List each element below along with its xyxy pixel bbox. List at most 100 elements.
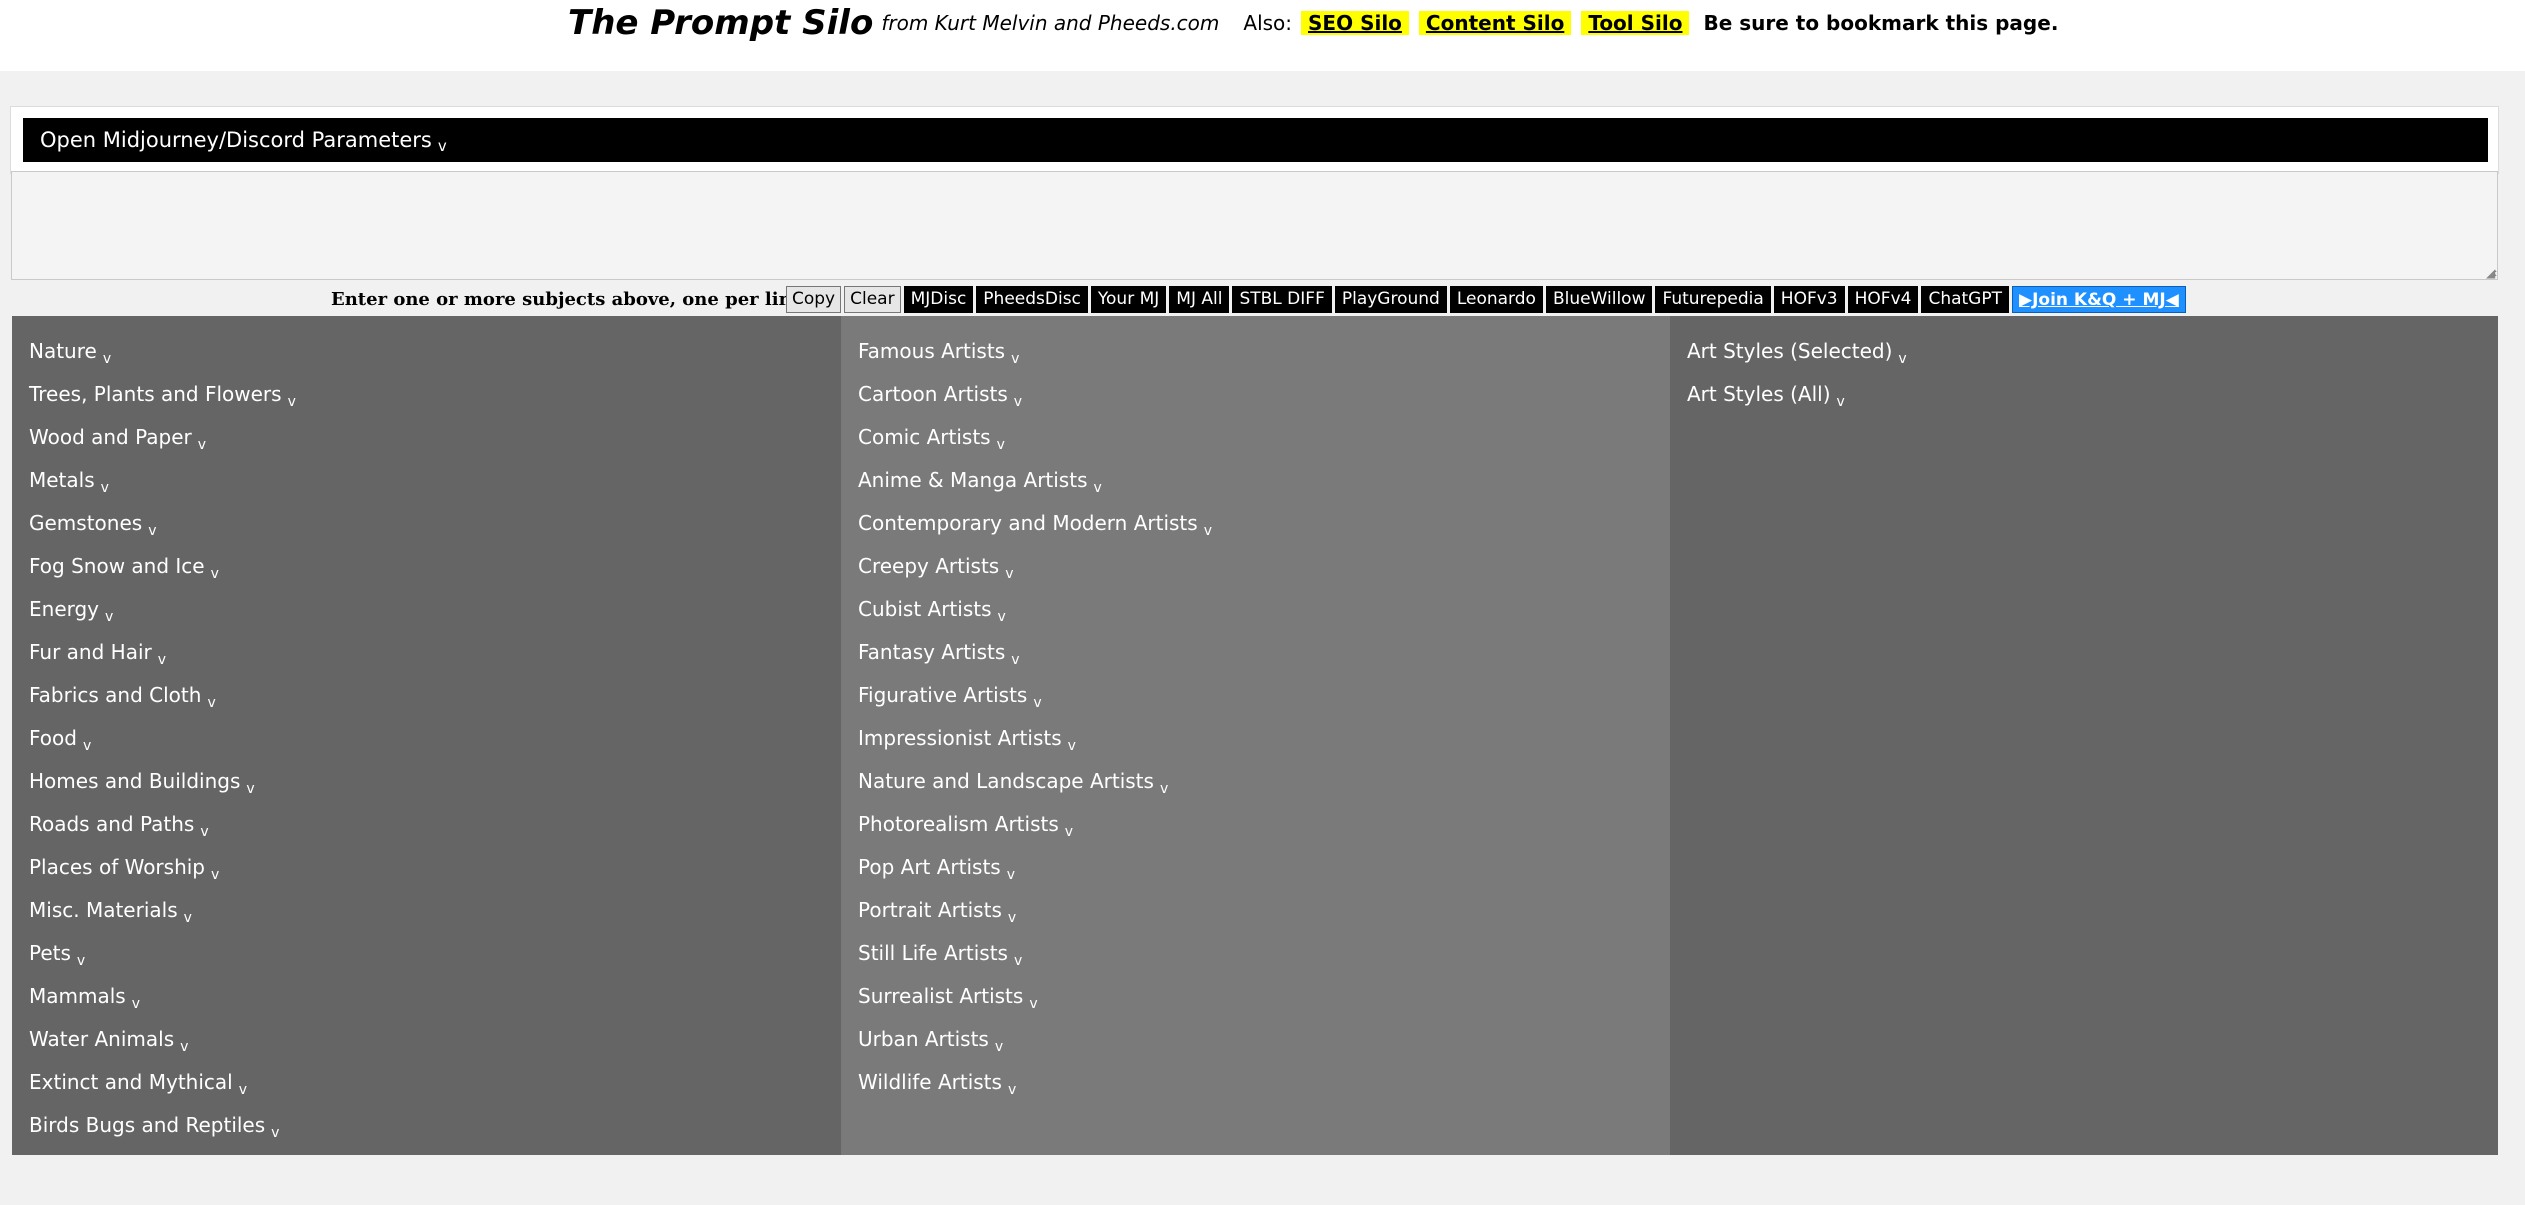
category-label: Wood and Paper (29, 425, 192, 449)
pheedsdisc-button[interactable]: PheedsDisc (976, 286, 1088, 313)
category-label: Photorealism Artists (858, 812, 1059, 836)
site-byline: from Kurt Melvin and Pheeds.com (881, 11, 1220, 35)
category-label: Energy (29, 597, 100, 621)
copy-button[interactable]: Copy (786, 286, 842, 313)
artists-column: Famous Artists v Cartoon Artists v Comic Art… (841, 316, 1670, 1155)
category-item[interactable]: Nature and Landscape Artists v (841, 760, 1670, 803)
chevron-down-icon: v (207, 695, 216, 711)
category-item[interactable]: Water Animals v (12, 1018, 841, 1061)
category-item[interactable]: Contemporary and Modern Artists v (841, 502, 1670, 545)
category-item[interactable]: Mammals v (12, 975, 841, 1018)
category-label: Homes and Buildings (29, 769, 241, 793)
category-item[interactable]: Fur and Hair v (12, 631, 841, 674)
clear-button[interactable]: Clear (844, 286, 901, 313)
mj-all-button[interactable]: MJ All (1169, 286, 1230, 313)
futurepedia-button[interactable]: Futurepedia (1655, 286, 1771, 313)
chevron-down-icon: v (1033, 695, 1042, 711)
site-title: The Prompt Silo (568, 3, 874, 43)
category-item[interactable]: Fabrics and Cloth v (12, 674, 841, 717)
category-item[interactable]: Homes and Buildings v (12, 760, 841, 803)
category-label: Comic Artists (858, 425, 991, 449)
mjdisc-button[interactable]: MJDisc (903, 286, 974, 313)
category-item[interactable]: Wildlife Artists v (841, 1061, 1670, 1104)
category-item[interactable]: Roads and Paths v (12, 803, 841, 846)
styles-column: Art Styles (Selected) v Art Styles (All) v (1670, 316, 2498, 1155)
category-item[interactable]: Cubist Artists v (841, 588, 1670, 631)
category-item[interactable]: Pop Art Artists v (841, 846, 1670, 889)
category-item[interactable]: Impressionist Artists v (841, 717, 1670, 760)
category-item[interactable]: Urban Artists v (841, 1018, 1670, 1061)
hofv3-button[interactable]: HOFv3 (1773, 286, 1845, 313)
category-item[interactable]: Art Styles (All) v (1670, 373, 2498, 416)
category-item[interactable]: Cartoon Artists v (841, 373, 1670, 416)
chevron-down-icon: v (1011, 652, 1020, 668)
category-item[interactable]: Wood and Paper v (12, 416, 841, 459)
hofv4-button[interactable]: HOFv4 (1847, 286, 1919, 313)
chevron-down-icon: v (994, 1039, 1004, 1055)
chatgpt-button[interactable]: ChatGPT (1921, 286, 2009, 313)
category-item[interactable]: Portrait Artists v (841, 889, 1670, 932)
category-item[interactable]: Fantasy Artists v (841, 631, 1670, 674)
category-item[interactable]: Photorealism Artists v (841, 803, 1670, 846)
category-label: Food (29, 726, 77, 750)
category-item[interactable]: Metals v (12, 459, 841, 502)
chevron-down-icon: v (1013, 953, 1023, 969)
chevron-down-icon: v (1898, 351, 1907, 367)
category-item[interactable]: Comic Artists v (841, 416, 1670, 459)
chevron-down-icon: v (1013, 394, 1023, 410)
category-item[interactable]: Famous Artists v (841, 330, 1670, 373)
category-item[interactable]: Extinct and Mythical v (12, 1061, 841, 1104)
category-item[interactable]: Energy v (12, 588, 841, 631)
category-item[interactable]: Fog Snow and Ice v (12, 545, 841, 588)
chevron-down-icon: v (148, 523, 157, 539)
category-item[interactable]: Creepy Artists v (841, 545, 1670, 588)
chevron-down-icon: v (76, 953, 86, 969)
chevron-down-icon: v (1159, 781, 1169, 797)
category-item[interactable]: Anime & Manga Artists v (841, 459, 1670, 502)
category-item[interactable]: Still Life Artists v (841, 932, 1670, 975)
category-label: Cubist Artists (858, 597, 992, 621)
category-item[interactable]: Trees, Plants and Flowers v (12, 373, 841, 416)
category-label: Trees, Plants and Flowers (29, 382, 282, 406)
leonardo-button[interactable]: Leonardo (1449, 286, 1543, 313)
category-item[interactable]: Nature v (12, 330, 841, 373)
tool-silo-link[interactable]: Tool Silo (1581, 11, 1690, 35)
subjects-input[interactable] (11, 171, 2498, 280)
category-label: Birds Bugs and Reptiles (29, 1113, 266, 1137)
chevron-down-icon: v (180, 1039, 189, 1055)
join-kq-mj-button[interactable]: ▶Join K&Q + MJ◀ (2012, 286, 2186, 313)
chevron-down-icon: v (1203, 523, 1212, 539)
category-label: Mammals (29, 984, 126, 1008)
category-item[interactable]: Birds Bugs and Reptiles v (12, 1104, 841, 1147)
open-parameters-toggle[interactable]: Open Midjourney/Discord Parameters v (23, 118, 2488, 162)
resize-grip-icon[interactable]: ◢ (2486, 267, 2496, 279)
category-item[interactable]: Surrealist Artists v (841, 975, 1670, 1018)
chevron-down-icon: v (157, 652, 167, 668)
toolbar-buttons: Copy Clear MJDisc PheedsDisc Your MJ MJ … (786, 286, 2186, 313)
chevron-down-icon: v (1007, 1082, 1017, 1098)
category-columns: Nature v Trees, Plants and Flowers v Wood an… (12, 316, 2498, 1155)
category-label: Places of Worship (29, 855, 205, 879)
category-label: Misc. Materials (29, 898, 178, 922)
category-item[interactable]: Art Styles (Selected) v (1670, 330, 2498, 373)
category-item[interactable]: Pets v (12, 932, 841, 975)
category-item[interactable]: Misc. Materials v (12, 889, 841, 932)
parameters-panel: Open Midjourney/Discord Parameters v (10, 106, 2499, 174)
chevron-down-icon: v (238, 1082, 247, 1098)
category-label: Fantasy Artists (858, 640, 1006, 664)
category-item[interactable]: Places of Worship v (12, 846, 841, 889)
seo-silo-link[interactable]: SEO Silo (1301, 11, 1409, 35)
content-silo-link[interactable]: Content Silo (1418, 11, 1572, 35)
stbl-diff-button[interactable]: STBL DIFF (1232, 286, 1332, 313)
bluewillow-button[interactable]: BlueWillow (1545, 286, 1653, 313)
category-item[interactable]: Gemstones v (12, 502, 841, 545)
category-item[interactable]: Food v (12, 717, 841, 760)
subjects-hint: Enter one or more subjects above, one pe… (331, 289, 810, 310)
your-mj-button[interactable]: Your MJ (1090, 286, 1167, 313)
also-label: Also: (1243, 11, 1293, 35)
chevron-down-icon: v (82, 738, 92, 754)
category-item[interactable]: Figurative Artists v (841, 674, 1670, 717)
chevron-down-icon: v (271, 1125, 280, 1141)
playground-button[interactable]: PlayGround (1334, 286, 1447, 313)
chevron-down-icon: v (197, 437, 207, 453)
